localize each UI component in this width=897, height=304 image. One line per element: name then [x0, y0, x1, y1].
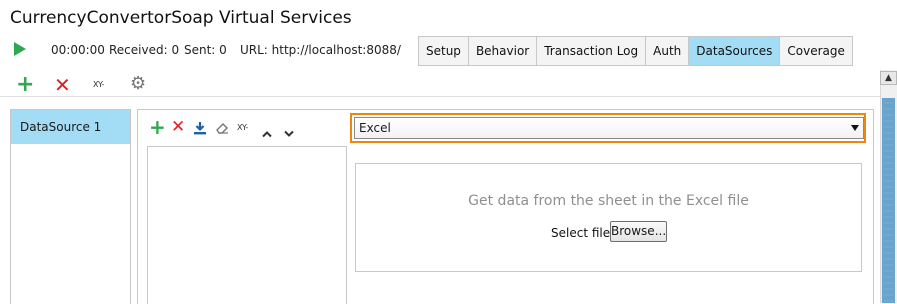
toolbar-divider [0, 96, 880, 97]
eraser-icon[interactable] [215, 120, 230, 134]
service-url: URL: http://localhost:8088/ [240, 43, 401, 57]
tab-datasources[interactable]: DataSources [689, 37, 781, 65]
tab-coverage[interactable]: Coverage [780, 37, 852, 65]
browse-button[interactable]: Browse... [610, 221, 667, 242]
received-count: Received: 0 [109, 43, 180, 57]
source-type-select[interactable]: Excel [354, 117, 864, 139]
excel-config-box [355, 163, 862, 272]
datasource-list: DataSource 1 [10, 109, 131, 304]
remove-property-icon[interactable]: ✕ [171, 118, 185, 136]
sent-count: Sent: 0 [184, 43, 227, 57]
add-property-icon[interactable]: + [149, 117, 166, 137]
select-file-label: Select file: [551, 226, 615, 240]
rename-property-icon[interactable]: XY- [237, 123, 248, 132]
source-type-value: Excel [359, 121, 391, 135]
chevron-down-icon [851, 125, 859, 131]
move-down-icon[interactable] [284, 123, 294, 137]
tab-transaction-log[interactable]: Transaction Log [537, 37, 647, 65]
delete-datasource-icon[interactable]: ✕ [54, 75, 71, 95]
tab-bar: Setup Behavior Transaction Log Auth Data… [418, 36, 853, 66]
move-up-icon[interactable] [262, 123, 272, 138]
add-datasource-icon[interactable]: + [16, 74, 34, 96]
gear-icon[interactable]: ⚙ [130, 74, 146, 94]
scrollbar-thumb[interactable] [882, 98, 895, 303]
tab-behavior[interactable]: Behavior [468, 37, 538, 65]
rename-icon[interactable]: XY- [93, 80, 104, 89]
excel-message: Get data from the sheet in the Excel fil… [468, 193, 749, 209]
play-icon[interactable] [14, 42, 26, 56]
scroll-up-icon[interactable]: ▲ [880, 71, 897, 85]
property-list [147, 146, 347, 304]
download-icon[interactable] [193, 120, 207, 135]
elapsed-time: 00:00:00 [51, 43, 105, 57]
tab-auth[interactable]: Auth [646, 37, 690, 65]
tab-setup[interactable]: Setup [419, 37, 469, 65]
datasource-item[interactable]: DataSource 1 [11, 110, 130, 144]
window-title: CurrencyConvertorSoap Virtual Services [10, 8, 352, 28]
